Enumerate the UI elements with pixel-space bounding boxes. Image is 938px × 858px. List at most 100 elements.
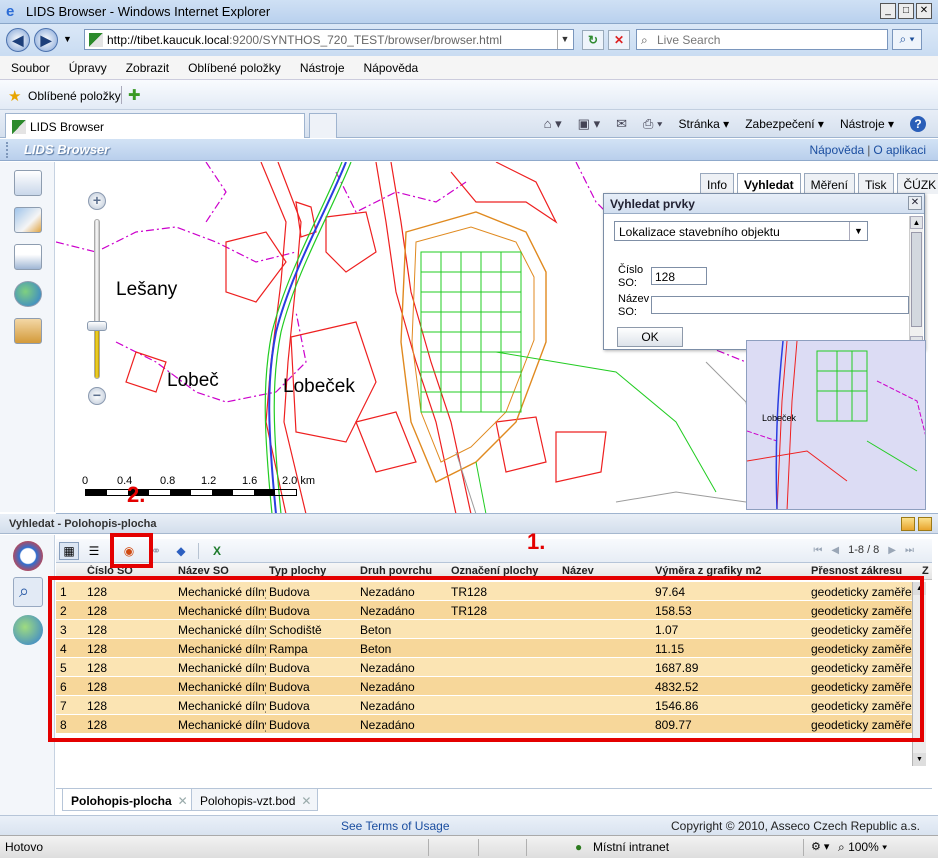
search-go-button[interactable]: ⌕ ▾ <box>892 29 922 50</box>
overview-minimap[interactable]: Lobeček <box>746 340 926 510</box>
table-row[interactable]: 1 128 Mechanické dílny Budova Nezadáno TR128 9… <box>56 582 915 601</box>
tab-cuzk[interactable]: ČÚZK <box>896 173 938 194</box>
feeds-icon[interactable]: ▣ ▾ <box>578 116 600 132</box>
close-button[interactable]: ✕ <box>916 3 932 19</box>
home-icon[interactable]: ⌂ ▾ <box>544 116 562 132</box>
refresh-button[interactable]: ↻ <box>582 30 604 50</box>
cmd-nastroje[interactable]: Nástroje ▾ <box>840 117 894 131</box>
terms-of-usage-link[interactable]: See Terms of Usage <box>341 819 450 833</box>
mail-icon[interactable]: ✉ <box>616 116 627 132</box>
export-excel-icon[interactable]: X <box>207 542 227 560</box>
tab-mereni[interactable]: Měření <box>803 173 855 194</box>
scroll-down-icon[interactable]: ▼ <box>913 753 926 766</box>
so-name-input[interactable] <box>651 296 909 314</box>
url-dropdown-button[interactable]: ▼ <box>557 30 572 49</box>
favorites-star-icon[interactable]: ★ <box>8 87 21 105</box>
print-tool-icon[interactable] <box>14 244 42 270</box>
table-view-icon[interactable]: ▦ <box>59 542 79 560</box>
table-row[interactable]: 2 128 Mechanické dílny Budova Nezadáno TR128 1… <box>56 601 915 620</box>
scroll-thumb[interactable] <box>911 232 922 327</box>
menu-napoveda[interactable]: Nápověda <box>364 61 419 79</box>
history-dropdown-icon[interactable]: ▼ <box>63 34 72 44</box>
table-row[interactable]: 7 128 Mechanické dílny Budova Nezadáno 1546.8… <box>56 696 915 715</box>
table-row[interactable]: 4 128 Mechanické dílny Rampa Beton 11.15 geode… <box>56 639 915 658</box>
menu-oblibene[interactable]: Oblíbené položky <box>188 61 281 79</box>
layers-tool-icon[interactable] <box>14 170 42 196</box>
cmd-stranka[interactable]: Stránka ▾ <box>678 117 729 131</box>
security-zone[interactable]: ● Místní intranet <box>575 840 669 854</box>
scroll-up-icon[interactable]: ▲ <box>913 582 926 595</box>
column-header[interactable]: Přesnost zákresu <box>811 565 915 577</box>
table-row[interactable]: 3 128 Mechanické dílny Schodiště Beton 1.07 ge… <box>56 620 915 639</box>
table-row[interactable]: 8 128 Mechanické dílny Budova Nezadáno 809.77… <box>56 715 915 734</box>
zoom-slider-handle[interactable] <box>87 321 107 332</box>
menu-nastroje[interactable]: Nástroje <box>300 61 345 79</box>
tab-vyhledat[interactable]: Vyhledat <box>737 173 801 194</box>
checklist-tool-icon[interactable] <box>14 318 42 344</box>
search-panel-scrollbar[interactable]: ▲ ▼ <box>909 216 923 349</box>
favorites-button[interactable]: Oblíbené položky <box>28 89 121 103</box>
forward-button[interactable]: ▶ <box>34 28 58 52</box>
about-link[interactable]: O aplikaci <box>873 143 926 157</box>
column-header[interactable]: Druh povrchu <box>360 565 448 577</box>
scroll-up-icon[interactable]: ▲ <box>910 216 923 229</box>
next-page-icon[interactable]: ▶ <box>888 545 896 556</box>
prev-page-icon[interactable]: ◀ <box>831 545 839 556</box>
column-header[interactable]: Výměra z grafiky m2 <box>655 565 805 577</box>
menu-soubor[interactable]: Soubor <box>11 61 50 79</box>
search-type-select[interactable]: Lokalizace stavebního objektu ▼ <box>614 221 868 241</box>
info-tool-icon[interactable] <box>13 541 43 571</box>
column-header[interactable]: Název SO <box>178 565 266 577</box>
tab-polohopis-plocha[interactable]: Polohopis-plocha ✕ <box>62 789 195 811</box>
globe-tool-icon[interactable] <box>14 281 42 307</box>
tab-tisk[interactable]: Tisk <box>857 173 894 194</box>
zoom-in-button[interactable]: + <box>88 192 106 210</box>
grid-vertical-scrollbar[interactable]: ▲ ▼ <box>912 582 926 766</box>
zoom-out-button[interactable]: − <box>88 387 106 405</box>
help-link[interactable]: Nápověda <box>809 143 864 157</box>
link-icon[interactable]: ⚭ <box>146 542 166 560</box>
results-minimize-button[interactable] <box>901 517 915 531</box>
help-icon[interactable]: ? <box>910 116 926 132</box>
close-tab-icon[interactable]: ✕ <box>295 794 311 808</box>
menu-upravy[interactable]: Úpravy <box>69 61 107 79</box>
column-header[interactable]: Číslo SO <box>87 565 175 577</box>
edit-tool-icon[interactable] <box>14 207 42 233</box>
tab-polohopis-vzt-bod[interactable]: Polohopis-vzt.bod ✕ <box>191 789 319 811</box>
tab-info[interactable]: Info <box>700 173 735 194</box>
column-header[interactable]: Typ plochy <box>269 565 357 577</box>
eraser-icon[interactable]: ◆ <box>171 542 191 560</box>
menu-zobrazit[interactable]: Zobrazit <box>126 61 169 79</box>
column-header[interactable]: Označení plochy <box>451 565 559 577</box>
add-favorite-icon[interactable]: ✚ <box>128 86 141 104</box>
maximize-button[interactable]: □ <box>898 3 914 19</box>
results-maximize-button[interactable] <box>918 517 932 531</box>
print-icon[interactable]: ⎙ ▾ <box>643 116 662 132</box>
search-panel-close-button[interactable]: ✕ <box>908 196 922 210</box>
form-view-icon[interactable]: ☰ <box>84 542 104 560</box>
table-row[interactable]: 6 128 Mechanické dílny Budova Nezadáno 4832.5… <box>56 677 915 696</box>
back-button[interactable]: ◀ <box>6 28 30 52</box>
search-ok-button[interactable]: OK <box>617 327 683 347</box>
last-page-icon[interactable]: ⏭ <box>905 545 914 556</box>
ie-tab-lids[interactable]: LIDS Browser <box>5 113 305 138</box>
new-tab-button[interactable] <box>309 113 337 138</box>
live-search-input[interactable]: ⌕ Live Search <box>636 29 888 50</box>
first-page-icon[interactable]: ⏮ <box>813 545 822 556</box>
protected-mode-icon[interactable]: ⚙ ▾ <box>811 840 829 853</box>
column-header[interactable]: Z <box>922 565 932 577</box>
table-row[interactable]: 5 128 Mechanické dílny Budova Nezadáno 1687.8… <box>56 658 915 677</box>
minimize-button[interactable]: _ <box>880 3 896 19</box>
column-header[interactable]: Název <box>562 565 652 577</box>
url-input[interactable]: http://tibet.kaucuk.local:9200/SYNTHOS_7… <box>84 29 574 50</box>
close-tab-icon[interactable]: ✕ <box>172 794 188 808</box>
so-number-input[interactable]: 128 <box>651 267 707 285</box>
map-globe-tool-icon[interactable] <box>13 615 43 645</box>
zoom-level[interactable]: ⌕ 100% ▾ <box>838 840 887 855</box>
search-tool-icon[interactable]: ⌕ <box>13 577 43 607</box>
locate-on-map-icon[interactable]: ◉ <box>119 542 139 560</box>
stop-button[interactable]: ✕ <box>608 30 630 50</box>
map-view[interactable]: Lešany Lobeč Lobeček + − 0 0.4 0.8 1.2 1… <box>56 162 938 514</box>
cmd-zabezpeceni[interactable]: Zabezpečení ▾ <box>745 117 824 131</box>
zoom-slider[interactable] <box>94 219 100 379</box>
